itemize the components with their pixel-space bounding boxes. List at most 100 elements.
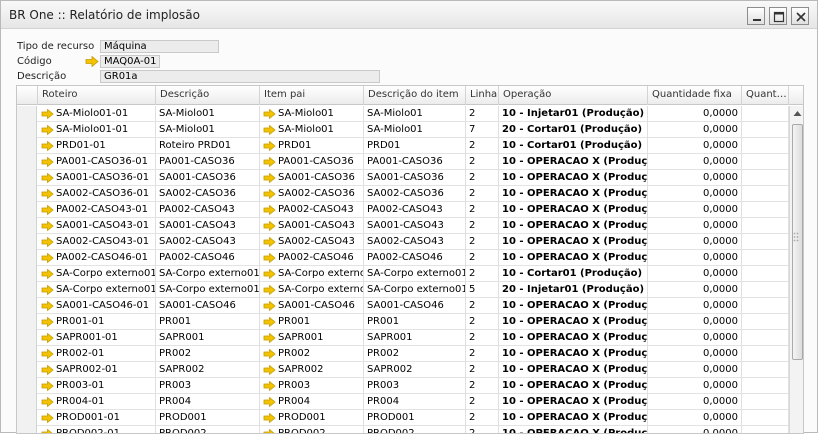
cell-quantidade-fixa[interactable]: 0,0000	[648, 410, 742, 426]
row-selector[interactable]	[17, 138, 37, 154]
cell-item-pai[interactable]: PA002-CASO43	[260, 202, 364, 218]
col-linha[interactable]: Linha	[466, 86, 499, 105]
cell-roteiro[interactable]: PR004-01	[38, 394, 156, 410]
cell-operacao[interactable]: 10 - Injetar01 (Produção)	[499, 106, 648, 122]
cell-roteiro[interactable]: SAPR001-01	[38, 330, 156, 346]
col-quantidade-fixa[interactable]: Quantidade fixa	[648, 86, 742, 105]
row-selector[interactable]	[17, 250, 37, 266]
col-item-pai[interactable]: Item pai	[260, 86, 364, 105]
link-arrow-icon[interactable]	[41, 429, 54, 434]
link-arrow-icon[interactable]	[263, 109, 276, 119]
cell-quantidade-fixa[interactable]: 0,0000	[648, 250, 742, 266]
cell-roteiro[interactable]: SA002-CASO36-01	[38, 186, 156, 202]
link-arrow-icon[interactable]	[41, 173, 54, 183]
table-row[interactable]: SA-Miolo01-01 SA-Miolo01 SA-Miolo01 SA-Miol…	[17, 106, 789, 122]
table-row[interactable]: PA001-CASO36-01 PA001-CASO36 PA001-CASO36 P…	[17, 154, 789, 170]
cell-linha[interactable]: 2	[466, 394, 499, 410]
cell-roteiro[interactable]: SA-Miolo01-01	[38, 122, 156, 138]
vertical-scrollbar[interactable]	[789, 106, 803, 433]
cell-descricao-item[interactable]: SA001-CASO36	[364, 170, 466, 186]
cell-quantidade[interactable]	[742, 314, 789, 330]
cell-roteiro[interactable]: PROD001-01	[38, 410, 156, 426]
cell-linha[interactable]: 2	[466, 314, 499, 330]
cell-item-pai[interactable]: PR004	[260, 394, 364, 410]
cell-descricao-item[interactable]: PR004	[364, 394, 466, 410]
cell-item-pai[interactable]: SA-Corpo externo01	[260, 266, 364, 282]
link-arrow-icon[interactable]	[85, 56, 99, 67]
cell-operacao[interactable]: 10 - OPERACAO X (Produção)	[499, 202, 648, 218]
link-arrow-icon[interactable]	[41, 397, 54, 407]
cell-quantidade[interactable]	[742, 410, 789, 426]
cell-roteiro[interactable]: SA002-CASO43-01	[38, 234, 156, 250]
link-arrow-icon[interactable]	[41, 157, 54, 167]
col-descricao-item[interactable]: Descrição do item	[364, 86, 466, 105]
cell-linha[interactable]: 2	[466, 186, 499, 202]
cell-operacao[interactable]: 10 - OPERACAO X (Produção)	[499, 154, 648, 170]
row-selector[interactable]	[17, 154, 37, 170]
table-row[interactable]: SA002-CASO43-01 SA002-CASO43 SA002-CASO43 S…	[17, 234, 789, 250]
cell-item-pai[interactable]: SA-Miolo01	[260, 106, 364, 122]
cell-quantidade-fixa[interactable]: 0,0000	[648, 378, 742, 394]
cell-descricao[interactable]: PR004	[156, 394, 260, 410]
row-selector[interactable]	[17, 170, 37, 186]
table-row[interactable]: SA001-CASO46-01 SA001-CASO46 SA001-CASO46 S…	[17, 298, 789, 314]
cell-quantidade[interactable]	[742, 122, 789, 138]
col-operacao[interactable]: Operação	[499, 86, 648, 105]
cell-descricao-item[interactable]: PRD01	[364, 138, 466, 154]
cell-descricao-item[interactable]: SA-Miolo01	[364, 106, 466, 122]
cell-roteiro[interactable]: SAPR002-01	[38, 362, 156, 378]
cell-linha[interactable]: 2	[466, 154, 499, 170]
cell-item-pai[interactable]: SA002-CASO36	[260, 186, 364, 202]
cell-quantidade[interactable]	[742, 298, 789, 314]
cell-quantidade-fixa[interactable]: 0,0000	[648, 282, 742, 298]
cell-descricao-item[interactable]: PR001	[364, 314, 466, 330]
cell-quantidade[interactable]	[742, 330, 789, 346]
row-selector[interactable]	[17, 186, 37, 202]
link-arrow-icon[interactable]	[41, 141, 54, 151]
link-arrow-icon[interactable]	[263, 157, 276, 167]
cell-quantidade[interactable]	[742, 106, 789, 122]
cell-descricao[interactable]: PR002	[156, 346, 260, 362]
cell-operacao[interactable]: 10 - OPERACAO X (Produção)	[499, 346, 648, 362]
description-field[interactable]: GR01a	[100, 70, 380, 83]
cell-linha[interactable]: 2	[466, 298, 499, 314]
link-arrow-icon[interactable]	[41, 125, 54, 135]
cell-quantidade-fixa[interactable]: 0,0000	[648, 106, 742, 122]
cell-quantidade-fixa[interactable]: 0,0000	[648, 122, 742, 138]
cell-descricao-item[interactable]: PA002-CASO43	[364, 202, 466, 218]
link-arrow-icon[interactable]	[263, 301, 276, 311]
cell-quantidade-fixa[interactable]: 0,0000	[648, 138, 742, 154]
table-row[interactable]: SA001-CASO36-01 SA001-CASO36 SA001-CASO36 S…	[17, 170, 789, 186]
row-selector[interactable]	[17, 202, 37, 218]
cell-operacao[interactable]: 20 - Injetar01 (Produção)	[499, 282, 648, 298]
cell-quantidade[interactable]	[742, 250, 789, 266]
cell-linha[interactable]: 2	[466, 330, 499, 346]
cell-quantidade[interactable]	[742, 202, 789, 218]
cell-roteiro[interactable]: PA002-CASO46-01	[38, 250, 156, 266]
cell-operacao[interactable]: 10 - OPERACAO X (Produção)	[499, 362, 648, 378]
link-arrow-icon[interactable]	[41, 221, 54, 231]
cell-operacao[interactable]: 10 - OPERACAO X (Produção)	[499, 410, 648, 426]
cell-roteiro[interactable]: PA002-CASO43-01	[38, 202, 156, 218]
cell-descricao[interactable]: PROD001	[156, 410, 260, 426]
cell-linha[interactable]: 2	[466, 346, 499, 362]
cell-operacao[interactable]: 10 - OPERACAO X (Produção)	[499, 170, 648, 186]
cell-linha[interactable]: 2	[466, 202, 499, 218]
link-arrow-icon[interactable]	[41, 349, 54, 359]
cell-descricao-item[interactable]: SA001-CASO43	[364, 218, 466, 234]
row-selector[interactable]	[17, 234, 37, 250]
row-selector[interactable]	[17, 122, 37, 138]
row-selector[interactable]	[17, 378, 37, 394]
cell-descricao[interactable]: SA001-CASO43	[156, 218, 260, 234]
title-bar[interactable]: BR One :: Relatório de implosão	[1, 1, 817, 29]
cell-item-pai[interactable]: SAPR002	[260, 362, 364, 378]
cell-quantidade[interactable]	[742, 186, 789, 202]
table-row[interactable]: PA002-CASO43-01 PA002-CASO43 PA002-CASO43 P…	[17, 202, 789, 218]
link-arrow-icon[interactable]	[263, 205, 276, 215]
cell-roteiro[interactable]: PR002-01	[38, 346, 156, 362]
cell-linha[interactable]: 2	[466, 378, 499, 394]
cell-descricao-item[interactable]: PA001-CASO36	[364, 154, 466, 170]
table-row[interactable]: PROD001-01 PROD001 PROD001 PROD001 2 10 - OPE…	[17, 410, 789, 426]
cell-roteiro[interactable]: PRD01-01	[38, 138, 156, 154]
row-selector[interactable]	[17, 394, 37, 410]
